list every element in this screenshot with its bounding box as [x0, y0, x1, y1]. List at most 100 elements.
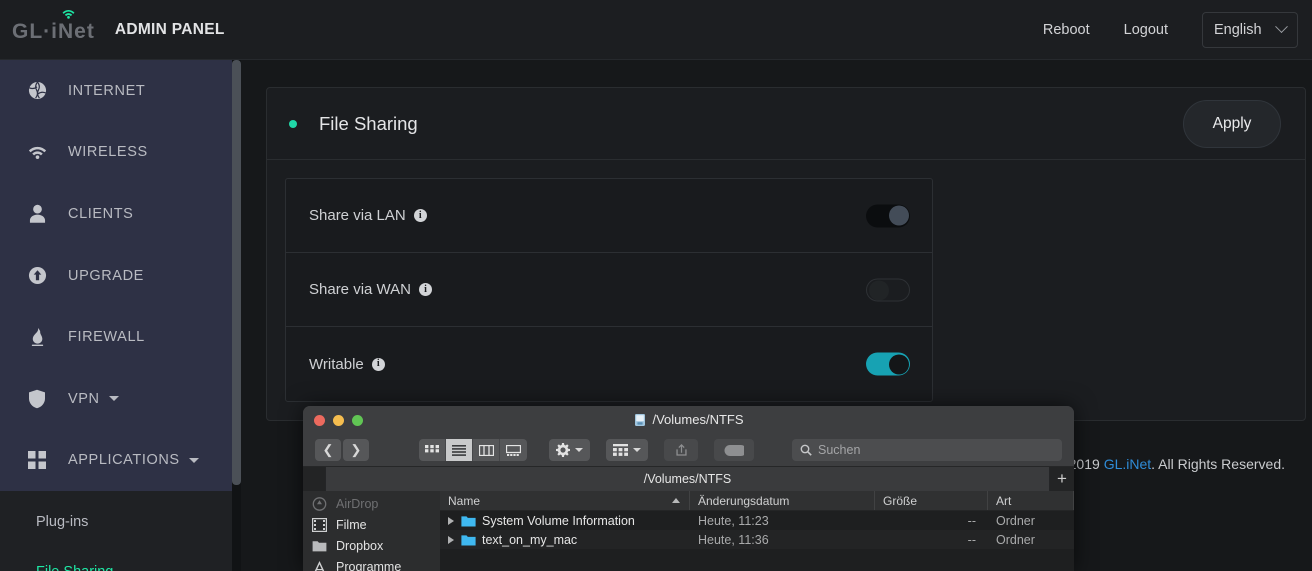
setting-row-writable: Writable i	[286, 327, 932, 401]
sidebar-item-applications[interactable]: APPLICATIONS	[0, 430, 232, 492]
tag-icon	[724, 444, 744, 456]
finder-body: AirDrop Filme Dropbox Programme Name Änd…	[303, 491, 1074, 571]
column-header-kind[interactable]: Art	[988, 491, 1074, 510]
finder-window[interactable]: /Volumes/NTFS ❮ ❯ Suchen /Volumes/NTFS +…	[303, 406, 1074, 571]
gear-icon	[556, 443, 570, 457]
share-via-lan-toggle[interactable]	[866, 204, 910, 227]
setting-label: Share via WAN	[309, 281, 411, 298]
sidebar-item-vpn[interactable]: VPN	[0, 368, 232, 430]
action-menu-button[interactable]	[549, 439, 590, 461]
globe-icon	[24, 81, 50, 100]
sidebar-item-label: CLIENTS	[68, 205, 134, 222]
brand-logo[interactable]: GL·iNet ADMIN PANEL	[12, 9, 225, 44]
upload-circle-icon	[24, 266, 50, 285]
disclosure-triangle-icon[interactable]	[448, 516, 454, 525]
finder-nav-buttons: ❮ ❯	[315, 439, 369, 461]
finder-sidebar: AirDrop Filme Dropbox Programme	[303, 491, 440, 571]
sidebar-item-file-sharing[interactable]: File Sharing	[0, 547, 232, 571]
sidebar-item-wireless[interactable]: WIRELESS	[0, 122, 232, 184]
file-size-cell: --	[967, 513, 976, 528]
chevron-left-icon[interactable]: ❮	[315, 439, 341, 461]
reboot-button[interactable]: Reboot	[1043, 22, 1090, 38]
tab-bar-spacer	[303, 467, 325, 491]
logout-button[interactable]: Logout	[1124, 22, 1168, 38]
finder-sidebar-item-airdrop[interactable]: AirDrop	[303, 493, 440, 514]
share-button[interactable]	[664, 439, 698, 461]
sidebar-item-upgrade[interactable]: UPGRADE	[0, 245, 232, 307]
finder-sidebar-item-programme[interactable]: Programme	[303, 556, 440, 571]
main-sidebar: INTERNET WIRELESS CLIENTS UPGRADE FIREWA	[0, 60, 232, 571]
new-tab-button[interactable]: +	[1050, 467, 1074, 491]
sidebar-scrollbar-thumb[interactable]	[232, 60, 241, 485]
column-view-icon[interactable]	[473, 439, 500, 461]
writable-toggle[interactable]	[866, 352, 910, 376]
info-icon[interactable]: i	[418, 283, 432, 296]
sidebar-item-internet[interactable]: INTERNET	[0, 60, 232, 122]
sidebar-item-label: APPLICATIONS	[68, 452, 180, 469]
top-header-bar: GL·iNet ADMIN PANEL Reboot Logout Englis…	[0, 0, 1312, 60]
sidebar-item-label: VPN	[68, 390, 100, 407]
icon-view-icon[interactable]	[419, 439, 446, 461]
column-header-date[interactable]: Änderungsdatum	[690, 491, 875, 510]
finder-view-mode-group	[419, 439, 527, 461]
film-icon	[312, 517, 327, 532]
column-header-size[interactable]: Größe	[875, 491, 988, 510]
finder-window-title: /Volumes/NTFS	[303, 412, 1074, 427]
setting-label-wrap: Share via LAN i	[309, 207, 427, 224]
search-placeholder: Suchen	[818, 443, 861, 457]
share-via-wan-toggle[interactable]	[866, 278, 910, 301]
info-icon[interactable]: i	[371, 357, 385, 371]
setting-row-share-via-wan: Share via WAN i	[286, 253, 932, 327]
toggle-knob	[888, 205, 909, 226]
sidebar-item-label: WIRELESS	[68, 144, 148, 161]
caret-down-icon	[188, 457, 199, 463]
sort-ascending-icon	[672, 498, 680, 503]
footer-suffix: . All Rights Reserved.	[1151, 456, 1285, 472]
applications-submenu: Plug-ins File Sharing	[0, 491, 232, 571]
file-kind-cell: Ordner	[996, 532, 1035, 547]
finder-file-list: Name Änderungsdatum Größe Art System Vol…	[440, 491, 1074, 571]
setting-label-wrap: Writable i	[309, 356, 385, 373]
gl-inet-link[interactable]: GL.iNet	[1104, 456, 1151, 472]
file-size-cell: --	[967, 532, 976, 547]
search-input[interactable]: Suchen	[792, 439, 1062, 461]
list-view-icon[interactable]	[446, 439, 473, 461]
status-dot-icon	[289, 119, 297, 128]
finder-sidebar-item-dropbox[interactable]: Dropbox	[303, 535, 440, 556]
applications-icon	[314, 560, 325, 571]
grid-icon	[24, 451, 50, 470]
finder-titlebar[interactable]: /Volumes/NTFS	[303, 406, 1074, 434]
apply-button[interactable]: Apply	[1183, 99, 1281, 148]
column-header-name[interactable]: Name	[440, 491, 690, 510]
disclosure-triangle-icon[interactable]	[448, 535, 454, 544]
admin-panel-title: ADMIN PANEL	[114, 20, 225, 38]
finder-sidebar-label: Programme	[336, 559, 402, 571]
folder-icon	[312, 541, 327, 552]
sidebar-item-label: UPGRADE	[68, 267, 144, 284]
toggle-knob	[868, 280, 889, 301]
gallery-view-icon[interactable]	[500, 439, 527, 461]
sidebar-item-firewall[interactable]: FIREWALL	[0, 306, 232, 368]
file-list-header: Name Änderungsdatum Größe Art	[440, 491, 1074, 511]
submenu-item-label: File Sharing	[36, 564, 113, 571]
finder-sidebar-item-filme[interactable]: Filme	[303, 514, 440, 535]
chevron-right-icon[interactable]: ❯	[343, 439, 369, 461]
table-row[interactable]: System Volume Information Heute, 11:23 -…	[440, 511, 1074, 530]
sidebar-item-label: INTERNET	[68, 82, 146, 99]
finder-tab[interactable]: /Volumes/NTFS	[325, 467, 1050, 491]
info-icon[interactable]: i	[413, 209, 427, 222]
logo-text: GL·iNet	[12, 9, 95, 44]
file-date-cell: Heute, 11:36	[698, 532, 769, 547]
table-row[interactable]: text_on_my_mac Heute, 11:36 -- Ordner	[440, 530, 1074, 549]
tag-button[interactable]	[714, 439, 754, 461]
sidebar-item-clients[interactable]: CLIENTS	[0, 183, 232, 245]
finder-sidebar-label: Dropbox	[336, 538, 384, 553]
folder-icon	[461, 515, 476, 526]
language-selector[interactable]: English	[1202, 11, 1298, 48]
file-name-cell: text_on_my_mac	[440, 533, 690, 547]
arrange-menu-button[interactable]	[606, 439, 648, 461]
sidebar-item-plug-ins[interactable]: Plug-ins	[0, 497, 232, 547]
setting-label-wrap: Share via WAN i	[309, 281, 432, 298]
finder-tab-bar: /Volumes/NTFS +	[303, 467, 1074, 491]
flame-icon	[24, 327, 50, 348]
